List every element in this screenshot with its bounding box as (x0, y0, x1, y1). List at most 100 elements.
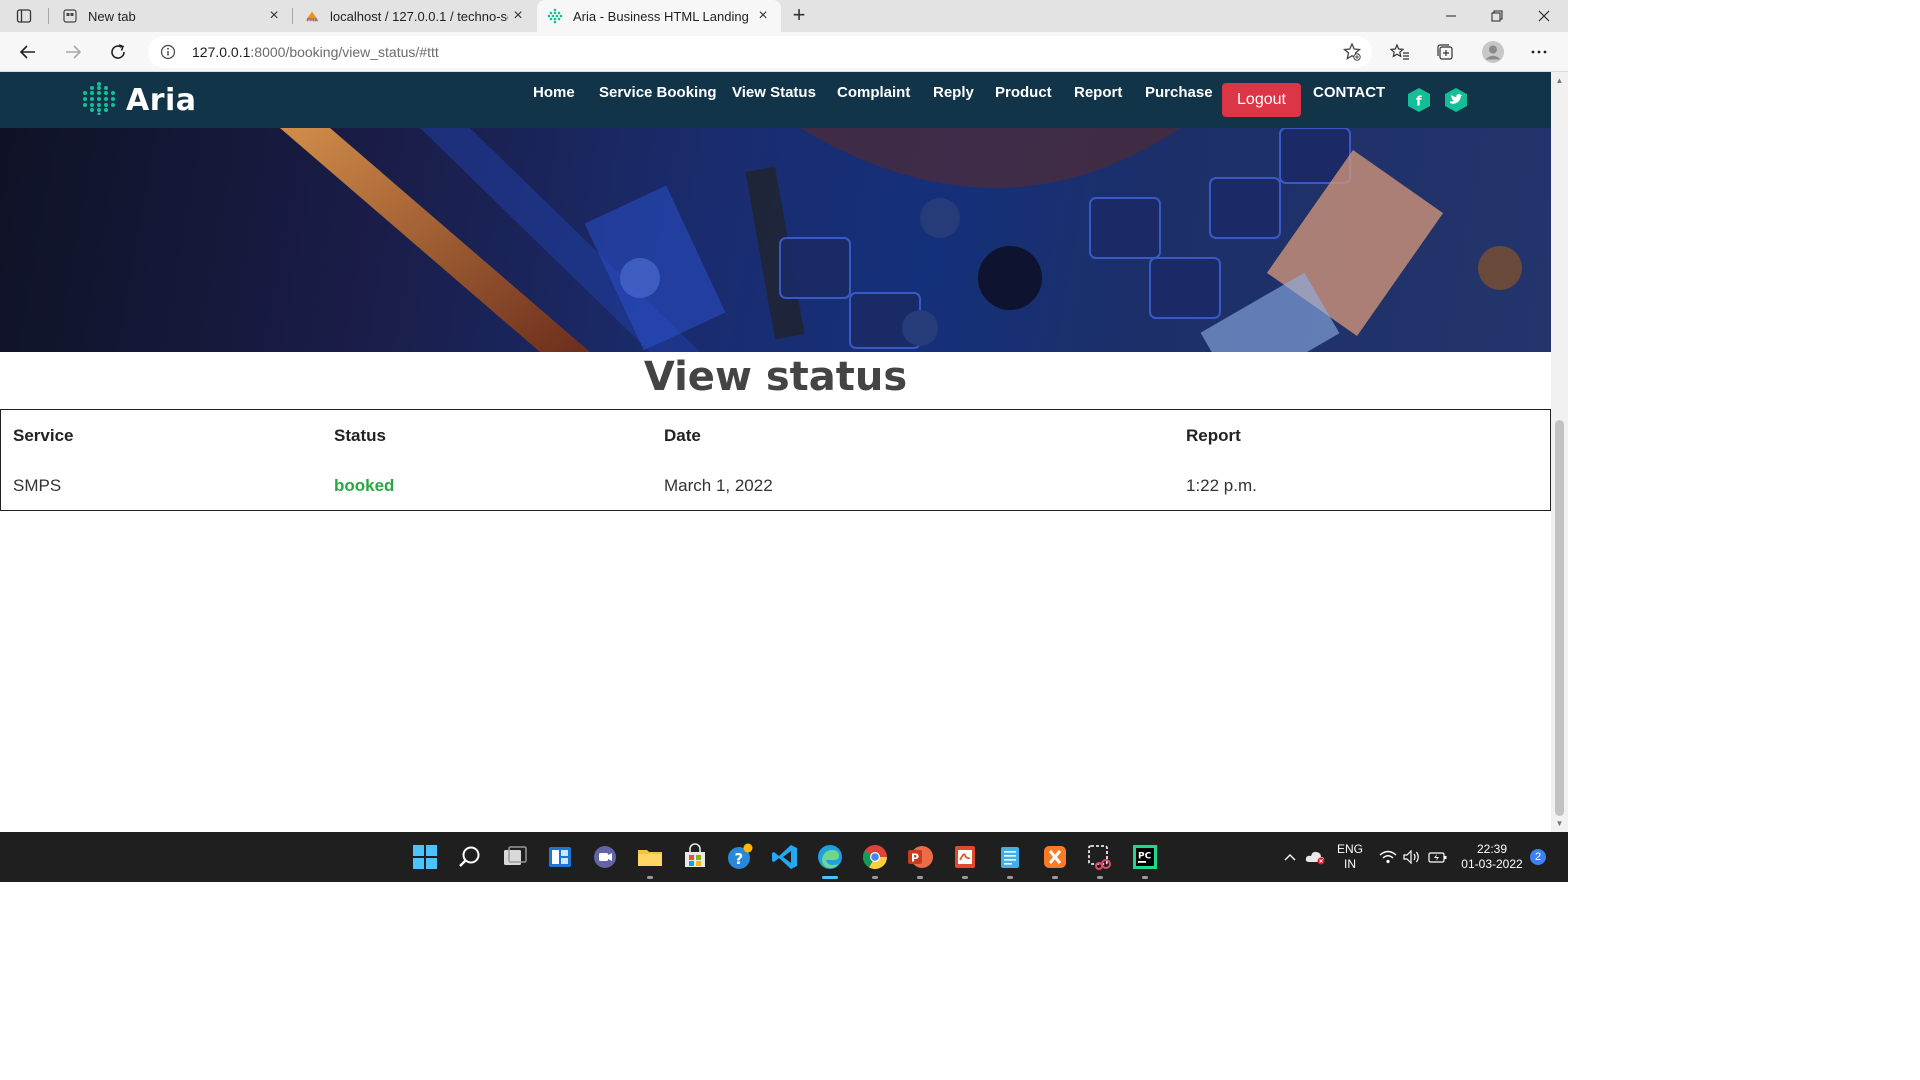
url-host: 127.0.0.1 (192, 44, 251, 60)
teams-chat-icon[interactable] (591, 843, 619, 871)
running-indicator (1097, 876, 1103, 879)
forward-arrow-icon[interactable] (59, 38, 87, 66)
chrome-icon[interactable] (861, 843, 889, 871)
get-help-icon[interactable]: ? (726, 843, 754, 871)
site-logo[interactable]: Aria (80, 81, 197, 118)
url-text: 127.0.0.1:8000/booking/view_status/#ttt (192, 44, 439, 60)
brand-name: Aria (126, 82, 197, 118)
column-header-status: Status (334, 426, 386, 445)
running-indicator (1052, 876, 1058, 879)
volume-icon[interactable] (1402, 832, 1422, 882)
browser-tab-bar: New tab × PMA localhost / 127.0.0.1 / te… (0, 0, 1568, 32)
cell-date: March 1, 2022 (664, 476, 773, 495)
nav-link-reply[interactable]: Reply (933, 84, 974, 101)
cell-report: 1:22 p.m. (1186, 476, 1257, 495)
nav-link-service-booking[interactable]: Service Booking (599, 84, 717, 101)
tab-separator (292, 8, 293, 24)
nav-link-report[interactable]: Report (1074, 84, 1122, 101)
hero-banner-image (0, 128, 1551, 352)
new-tab-page-icon (62, 8, 78, 24)
pycharm-icon[interactable]: PC (1131, 843, 1159, 871)
facebook-icon[interactable]: f (1406, 87, 1432, 113)
scroll-down-icon[interactable]: ▼ (1555, 819, 1564, 828)
tab-new-tab[interactable]: New tab × (52, 0, 292, 32)
nav-link-view-status[interactable]: View Status (732, 84, 816, 101)
profile-avatar-icon[interactable] (1479, 38, 1507, 66)
favorites-icon[interactable] (1386, 38, 1414, 66)
nav-link-complaint[interactable]: Complaint (837, 84, 910, 101)
running-indicator (962, 876, 968, 879)
nav-link-contact[interactable]: CONTACT (1313, 84, 1385, 101)
nav-link-purchase[interactable]: Purchase (1145, 84, 1213, 101)
column-header-date: Date (664, 426, 701, 445)
scroll-up-icon[interactable]: ▲ (1555, 76, 1564, 85)
microsoft-store-icon[interactable] (681, 843, 709, 871)
running-indicator (917, 876, 923, 879)
tab-actions-icon[interactable] (12, 6, 36, 26)
tab-aria[interactable]: Aria - Business HTML Landing Pa × (537, 0, 781, 32)
logout-button[interactable]: Logout (1222, 83, 1301, 117)
svg-text:?: ? (735, 850, 744, 868)
scrollbar-thumb[interactable] (1555, 420, 1564, 816)
svg-text:PC: PC (1138, 852, 1152, 862)
windows-taskbar: ? P PC ENG IN 22:39 01-03-2022 2 (0, 832, 1568, 882)
close-window-icon[interactable] (1521, 0, 1567, 32)
back-arrow-icon[interactable] (14, 38, 42, 66)
refresh-icon[interactable] (104, 38, 132, 66)
nav-link-home[interactable]: Home (533, 84, 575, 101)
url-path: :8000/booking/view_status/#ttt (250, 44, 439, 60)
pdf-reader-icon[interactable] (951, 843, 979, 871)
notification-count-badge[interactable]: 2 (1530, 849, 1546, 865)
edge-browser-icon[interactable] (816, 843, 844, 871)
page-title: View status (643, 354, 908, 400)
widgets-icon[interactable] (546, 843, 574, 871)
tab-separator (48, 8, 49, 24)
close-tab-icon[interactable]: × (266, 8, 282, 24)
new-tab-plus-icon[interactable]: + (788, 4, 810, 28)
snipping-tool-icon[interactable] (1086, 843, 1114, 871)
nav-link-product[interactable]: Product (995, 84, 1052, 101)
minimize-icon[interactable] (1428, 0, 1474, 32)
tab-title: localhost / 127.0.0.1 / techno-ser (330, 8, 508, 24)
cell-service: SMPS (13, 476, 62, 495)
input-language-indicator[interactable]: ENG IN (1332, 832, 1368, 882)
powerpoint-icon[interactable]: P (906, 843, 934, 871)
page-viewport: Aria Home Service Booking View Status Co… (0, 72, 1551, 832)
collections-icon[interactable] (1431, 38, 1459, 66)
svg-text:PMA: PMA (307, 17, 319, 23)
svg-text:P: P (911, 852, 919, 865)
battery-charging-icon[interactable] (1426, 832, 1450, 882)
notepad-icon[interactable] (996, 843, 1024, 871)
system-clock[interactable]: 22:39 01-03-2022 (1456, 832, 1528, 882)
active-app-indicator (822, 876, 838, 879)
address-bar[interactable]: 127.0.0.1:8000/booking/view_status/#ttt (148, 36, 1372, 68)
task-view-icon[interactable] (501, 843, 529, 871)
svg-text:f: f (1416, 95, 1422, 110)
region-code: IN (1343, 857, 1356, 871)
twitter-icon[interactable] (1443, 87, 1469, 113)
vscode-icon[interactable] (771, 843, 799, 871)
tab-phpmyadmin[interactable]: PMA localhost / 127.0.0.1 / techno-ser × (296, 0, 536, 32)
show-hidden-icons-chevron-icon[interactable] (1280, 832, 1300, 882)
more-options-icon[interactable] (1525, 38, 1553, 66)
clock-date: 01-03-2022 (1461, 857, 1523, 871)
site-navbar: Aria Home Service Booking View Status Co… (0, 72, 1551, 128)
column-header-service: Service (13, 426, 74, 445)
tab-title: Aria - Business HTML Landing Pa (573, 8, 749, 24)
close-tab-icon[interactable]: × (510, 8, 526, 24)
file-explorer-icon[interactable] (636, 843, 664, 871)
close-tab-icon[interactable]: × (755, 8, 771, 24)
site-info-icon[interactable] (160, 44, 176, 60)
running-indicator (872, 876, 878, 879)
cell-status-badge: booked (334, 476, 395, 495)
onedrive-error-icon[interactable] (1304, 832, 1328, 882)
windows-start-icon[interactable] (411, 843, 439, 871)
search-icon[interactable] (456, 843, 484, 871)
restore-icon[interactable] (1474, 0, 1520, 32)
wifi-icon[interactable] (1378, 832, 1398, 882)
status-table: Service Status Date Report SMPS booked M… (0, 409, 1551, 511)
running-indicator (647, 876, 653, 879)
page-scrollbar[interactable]: ▲ ▼ (1551, 72, 1568, 832)
xampp-icon[interactable] (1041, 843, 1069, 871)
add-favorite-star-icon[interactable] (1342, 42, 1362, 62)
